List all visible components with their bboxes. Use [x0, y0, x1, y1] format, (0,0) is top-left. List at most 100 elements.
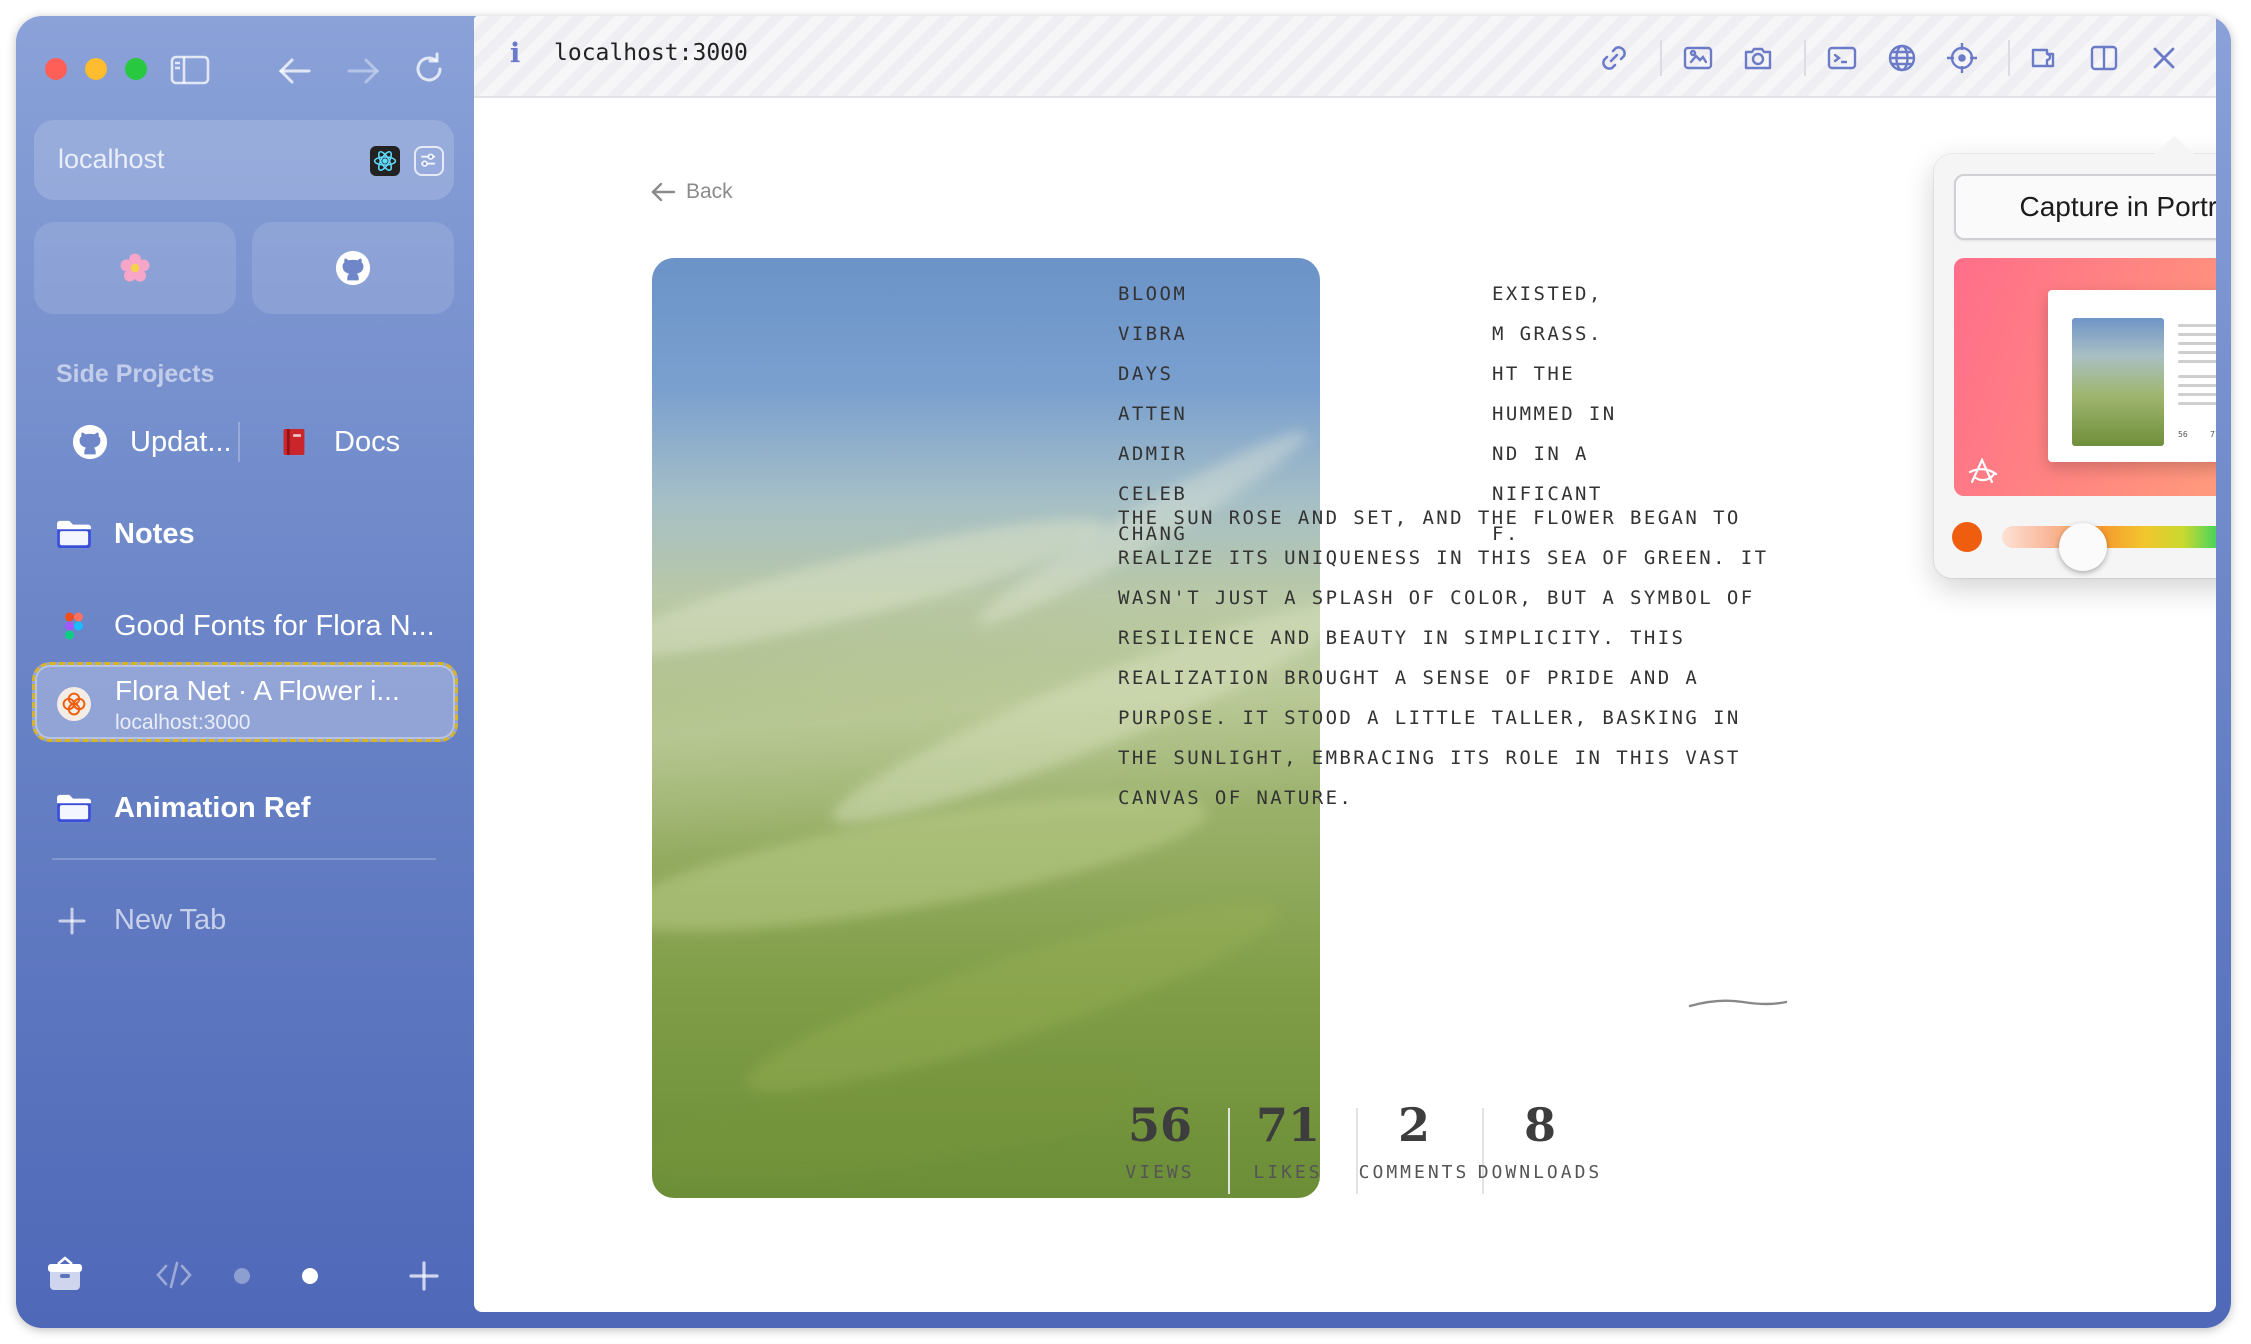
app-logo-icon [1968, 457, 1998, 484]
developer-code-icon[interactable] [156, 1260, 192, 1290]
address-text: localhost [58, 144, 165, 174]
preview-stat: 71 [2209, 430, 2216, 439]
address-bar[interactable]: localhost [34, 120, 454, 200]
book-icon [274, 422, 314, 462]
github-icon [335, 250, 371, 286]
article-line: EXISTED, [1492, 283, 1603, 305]
extensions-icon[interactable] [2028, 42, 2060, 74]
maximize-window-button[interactable] [125, 58, 147, 80]
selected-color-swatch[interactable] [1952, 522, 1982, 552]
close-window-button[interactable] [45, 58, 67, 80]
sidebar: localhost Side Projects Updat... Docs No… [16, 16, 471, 1328]
sidebar-divider [52, 858, 436, 860]
sidebar-item-notes[interactable]: Notes [34, 496, 454, 572]
back-arrow-icon[interactable] [278, 56, 312, 86]
flora-favicon-icon [57, 687, 91, 721]
site-settings-icon[interactable] [414, 146, 444, 176]
preview-card: 56 71 2 8 [2048, 290, 2216, 462]
tab-subtitle: localhost:3000 [115, 711, 251, 734]
hue-slider[interactable] [2002, 523, 2216, 571]
page-toolbar: i localhost:3000 [474, 16, 2216, 98]
article-line: DAYS [1118, 363, 1188, 385]
article-line: BLOOM [1118, 283, 1188, 305]
sidebar-item-animation-ref[interactable]: Animation Ref [34, 770, 454, 846]
add-space-plus-icon[interactable] [408, 1260, 440, 1292]
globe-icon[interactable] [1886, 42, 1918, 74]
copy-link-icon[interactable] [1598, 42, 1630, 74]
article-line: WASN'T JUST A SPLASH OF COLOR, BUT A SYM… [1118, 587, 1755, 609]
terminal-icon[interactable] [1826, 42, 1858, 74]
sidebar-item-label: Docs [334, 425, 401, 458]
article-line: HUMMED IN [1492, 403, 1617, 425]
color-picker-row [1952, 516, 2216, 571]
hue-slider-thumb[interactable] [2058, 523, 2107, 571]
article-line: PURPOSE. IT STOOD A LITTLE TALLER, BASKI… [1118, 707, 1741, 729]
minimize-window-button[interactable] [85, 58, 107, 80]
stat-downloads: 8 DOWNLOADS [1450, 1098, 1630, 1183]
article-line: ADMIR [1118, 443, 1188, 465]
space-dot-inactive[interactable] [234, 1268, 250, 1284]
web-content-area: i localhost:3000 Back BLOOM VIBRA DAYS A… [474, 16, 2216, 1312]
react-devtools-icon[interactable] [370, 146, 400, 176]
capture-popover: Capture in Portrait Mode 56 71 2 8 [1934, 136, 2216, 578]
camera-icon[interactable] [1742, 42, 1774, 74]
sidebar-item-flora-net-active[interactable]: Flora Net · A Flower i... localhost:3000 [32, 662, 458, 742]
close-icon[interactable] [2148, 42, 2180, 74]
archive-icon[interactable] [46, 1256, 84, 1294]
figma-icon [54, 606, 94, 646]
article-line: M GRASS. [1492, 323, 1603, 345]
preview-stat: 56 [2178, 430, 2188, 439]
article-line: REALIZE ITS UNIQUENESS IN THIS SEA OF GR… [1118, 547, 1769, 569]
article-line: CANVAS OF NATURE. [1118, 787, 1354, 809]
back-link[interactable]: Back [650, 180, 733, 204]
preview-stats: 56 71 2 8 [2178, 430, 2216, 439]
article-line: HT THE [1492, 363, 1576, 385]
github-icon [70, 422, 110, 462]
screenshot-capture-icon[interactable] [1682, 42, 1714, 74]
folder-icon [54, 788, 94, 828]
article-line: ATTEN [1118, 403, 1188, 425]
plus-icon [58, 907, 86, 934]
capture-preview[interactable]: 56 71 2 8 [1954, 258, 2216, 496]
forward-arrow-icon[interactable] [346, 56, 380, 86]
crosshair-icon[interactable] [1946, 42, 1978, 74]
preview-text-lines [2178, 324, 2216, 411]
sidebar-item-label: Animation Ref [114, 791, 311, 824]
tab-title: Flora Net · A Flower i... [115, 675, 400, 706]
back-label: Back [686, 180, 733, 203]
sidebar-item-docs[interactable]: Docs [254, 404, 454, 480]
article-line: REALIZATION BROUGHT A SENSE OF PRIDE AND… [1118, 667, 1700, 689]
split-view-icon[interactable] [2088, 42, 2120, 74]
article-line: ND IN A [1492, 443, 1589, 465]
browser-window: localhost Side Projects Updat... Docs No… [16, 16, 2231, 1328]
article-line: THE SUNLIGHT, EMBRACING ITS ROLE IN THIS… [1118, 747, 1741, 769]
sidebar-toggle-icon[interactable] [170, 54, 210, 86]
stat-label: DOWNLOADS [1477, 1162, 1603, 1183]
popover-arrow [2152, 136, 2196, 156]
folder-icon [54, 514, 94, 554]
favorite-flower[interactable] [34, 222, 236, 314]
stat-value: 8 [1523, 1098, 1556, 1152]
url-text[interactable]: localhost:3000 [554, 40, 748, 66]
sidebar-item-label: Updat... [130, 425, 232, 458]
sidebar-item-good-fonts[interactable]: Good Fonts for Flora N... [34, 588, 454, 664]
capture-portrait-button[interactable]: Capture in Portrait Mode [1954, 174, 2216, 240]
article-paragraph-2: THE SUN ROSE AND SET, AND THE FLOWER BEG… [1118, 498, 1768, 818]
space-dot-active[interactable] [302, 1268, 318, 1284]
article-line: THE SUN ROSE AND SET, AND THE FLOWER BEG… [1118, 507, 1741, 529]
reload-icon[interactable] [412, 52, 446, 86]
article-line: RESILIENCE AND BEAUTY IN SIMPLICITY. THI… [1118, 627, 1686, 649]
article-line: VIBRA [1118, 323, 1188, 345]
site-info-icon[interactable]: i [510, 38, 520, 69]
favorite-github[interactable] [252, 222, 454, 314]
flower-emoji-icon [120, 253, 150, 282]
new-tab-label: New Tab [114, 904, 227, 936]
split-divider [238, 422, 240, 462]
toolbar-separator [2008, 40, 2010, 76]
sidebar-item-label: Good Fonts for Flora N... [114, 609, 435, 642]
new-tab-button[interactable]: New Tab [56, 904, 226, 937]
toolbar-separator [1804, 40, 1806, 76]
sidebar-item-label: Notes [114, 517, 195, 550]
sidebar-item-updates[interactable]: Updat... [34, 404, 234, 480]
toolbar-separator [1660, 40, 1662, 76]
